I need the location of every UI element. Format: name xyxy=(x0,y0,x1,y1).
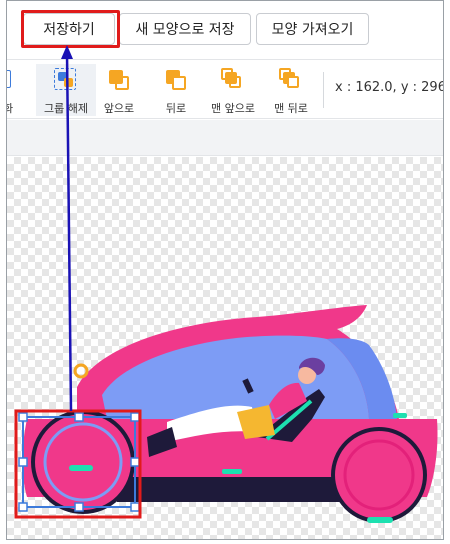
ungroup-icon xyxy=(54,68,78,92)
bring-to-front-icon xyxy=(221,68,245,92)
send-backward-tool[interactable]: 뒤로 xyxy=(146,64,206,116)
coordinate-readout: x : 162.0, y : 296.0 xyxy=(335,80,443,95)
save-button[interactable]: 저장하기 xyxy=(23,13,115,45)
save-as-new-shape-button[interactable]: 새 모양으로 저장 xyxy=(119,13,251,45)
toolbar-divider xyxy=(323,72,324,108)
car-illustration xyxy=(14,305,438,523)
rear-wheel-accent xyxy=(69,465,93,471)
send-to-back-icon xyxy=(279,68,303,92)
group-tool[interactable]: 룹화 xyxy=(7,64,33,116)
import-shape-button[interactable]: 모양 가져오기 xyxy=(256,13,369,45)
bring-to-front-label: 맨 앞으로 xyxy=(211,102,255,115)
top-action-bar: 저장하기 새 모양으로 저장 모양 가져오기 xyxy=(7,1,443,57)
group-icon xyxy=(7,68,15,92)
send-to-back-tool[interactable]: 맨 뒤로 xyxy=(261,64,321,116)
bring-forward-label: 앞으로 xyxy=(103,102,135,115)
side-accent xyxy=(222,469,242,474)
send-to-back-label: 맨 뒤로 xyxy=(274,102,308,115)
ungroup-tool[interactable]: 그룹 해제 xyxy=(36,64,96,116)
canvas-header-strip xyxy=(7,120,443,156)
front-wheel-accent xyxy=(367,517,393,523)
backward-icon xyxy=(164,68,188,92)
front-wheel xyxy=(331,427,427,523)
bring-forward-tool[interactable]: 앞으로 xyxy=(89,64,149,116)
ungroup-tool-label: 그룹 해제 xyxy=(44,102,88,115)
edit-toolbar: 룹화 그룹 해제 앞으로 뒤로 xyxy=(7,59,443,119)
group-tool-label: 룹화 xyxy=(7,100,13,116)
drawing-canvas[interactable] xyxy=(7,157,443,539)
forward-icon xyxy=(107,68,131,92)
shape-editor: 저장하기 새 모양으로 저장 모양 가져오기 룹화 그룹 해제 xyxy=(6,0,444,540)
send-backward-label: 뒤로 xyxy=(165,102,187,115)
side-mirror xyxy=(73,363,89,379)
bring-to-front-tool[interactable]: 맨 앞으로 xyxy=(203,64,263,116)
front-light xyxy=(393,413,407,418)
car-chassis xyxy=(117,477,367,502)
rear-wheel xyxy=(31,410,135,514)
